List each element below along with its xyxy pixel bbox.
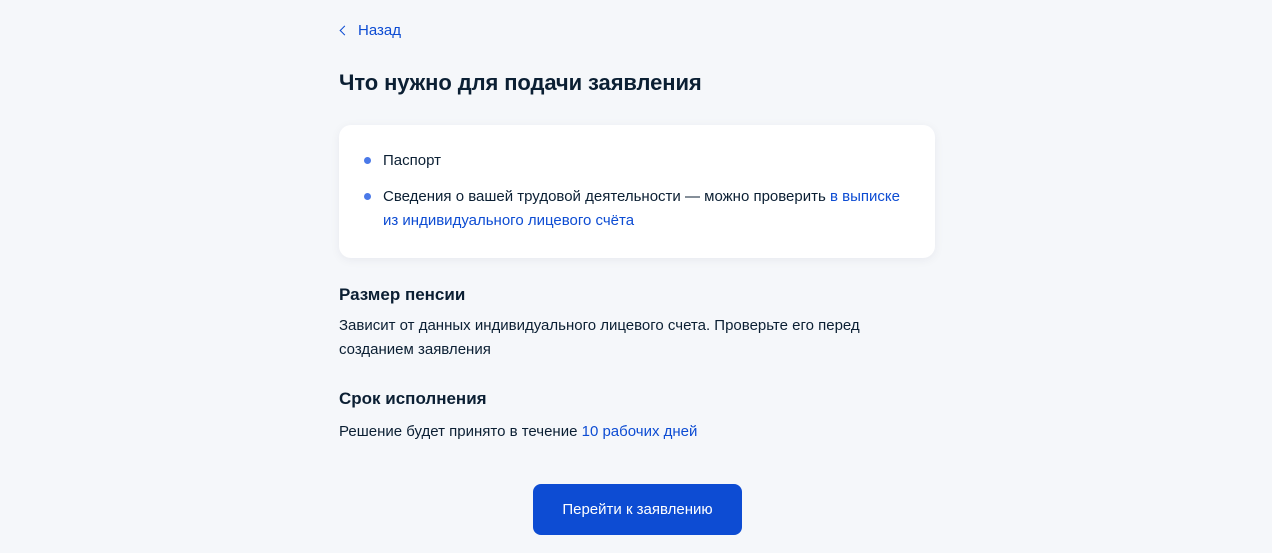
pension-size-text: Зависит от данных индивидуального лицево… [339, 317, 860, 358]
requirement-text: Паспорт [383, 152, 441, 169]
requirement-item-work-history: Сведения о вашей трудовой деятельности —… [363, 185, 911, 233]
requirements-list: Паспорт Сведения о вашей трудовой деятел… [363, 149, 911, 233]
requirement-text: Сведения о вашей трудовой деятельности —… [383, 188, 830, 205]
pension-size-heading: Размер пенсии [339, 285, 466, 304]
bullet-dot-icon [364, 157, 371, 164]
deadline-days-link[interactable]: 10 рабочих дней [582, 423, 698, 440]
requirements-card: Паспорт Сведения о вашей трудовой деятел… [339, 125, 935, 258]
deadline-heading: Срок исполнения [339, 389, 487, 408]
requirement-item-passport: Паспорт [363, 149, 911, 173]
deadline-text-prefix: Решение будет принято в течение [339, 423, 582, 440]
back-link-label: Назад [358, 22, 401, 39]
page-title: Что нужно для подачи заявления [339, 70, 702, 95]
back-link[interactable]: Назад [339, 22, 401, 39]
go-to-application-button[interactable]: Перейти к заявлению [533, 484, 742, 535]
bullet-dot-icon [364, 193, 371, 200]
deadline-text: Решение будет принято в течение 10 рабоч… [339, 420, 929, 444]
chevron-left-icon [339, 25, 350, 36]
